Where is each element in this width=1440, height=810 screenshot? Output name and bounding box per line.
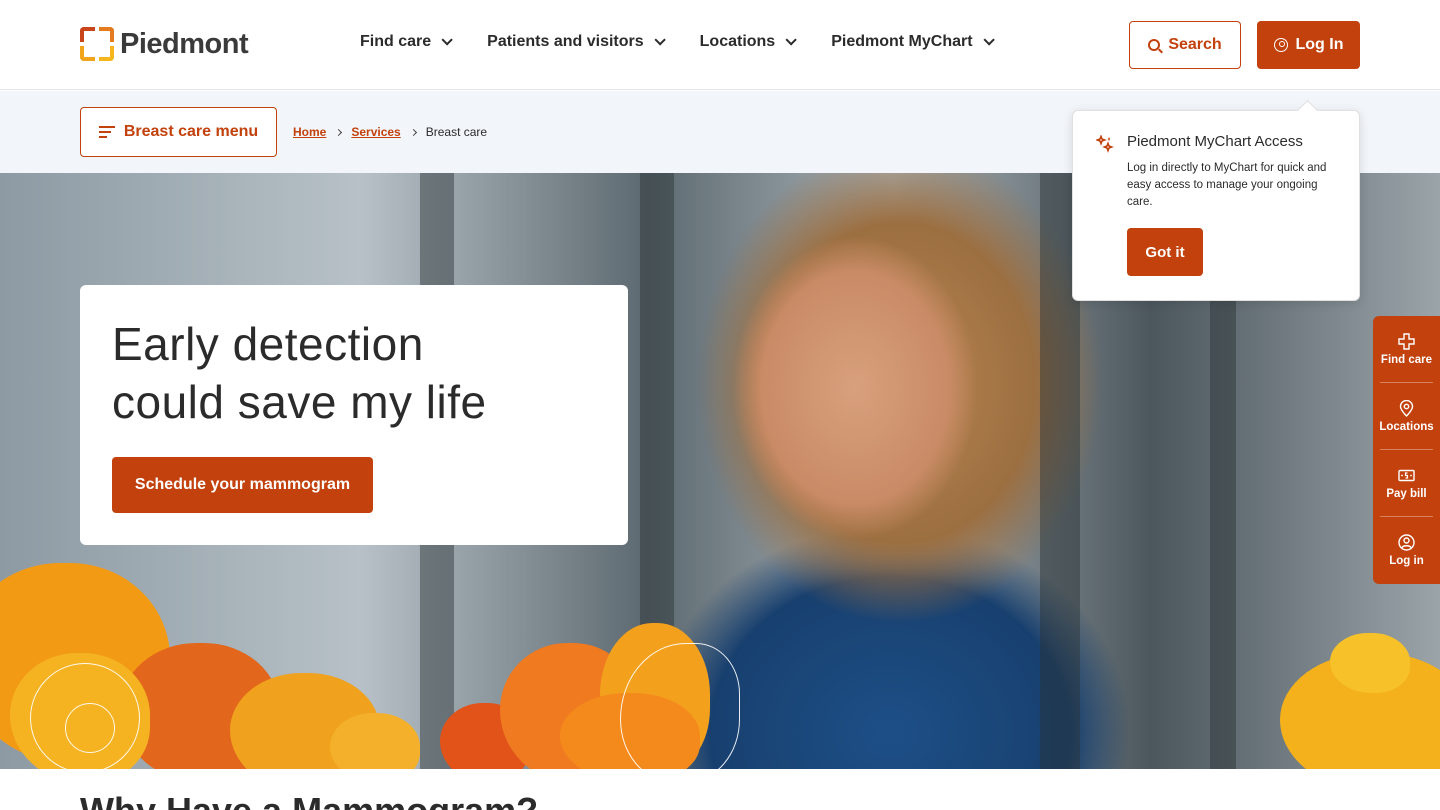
chevron-down-icon <box>983 34 995 46</box>
breadcrumb-current: Breast care <box>425 125 488 139</box>
breadcrumb-home-link[interactable]: Home <box>293 125 326 139</box>
hero-title-line-1: Early detection <box>112 318 424 370</box>
logo-text: Piedmont <box>120 27 249 60</box>
piedmont-logo[interactable]: Piedmont <box>80 27 249 61</box>
chevron-down-icon <box>654 34 666 46</box>
nav-piedmont-mychart[interactable]: Piedmont MyChart <box>831 33 995 51</box>
breast-care-menu-button[interactable]: Breast care menu <box>80 107 277 157</box>
rail-label: Log in <box>1389 555 1424 567</box>
section-heading: Why Have a Mammogram? <box>80 790 538 810</box>
got-it-button[interactable]: Got it <box>1127 228 1203 276</box>
schedule-mammogram-button[interactable]: Schedule your mammogram <box>112 457 373 513</box>
user-icon <box>1273 38 1288 52</box>
plus-icon <box>1398 332 1415 350</box>
nav-find-care[interactable]: Find care <box>360 33 453 51</box>
site-header: Piedmont Find care Patients and visitors… <box>0 0 1440 90</box>
hero-card: Early detection could save my life Sched… <box>80 285 628 545</box>
rail-locations[interactable]: Locations <box>1379 383 1434 450</box>
menu-icon <box>98 126 115 138</box>
rail-label: Locations <box>1379 420 1434 433</box>
user-icon <box>1398 534 1415 551</box>
main-nav: Find care Patients and visitors Location… <box>360 33 995 51</box>
rail-label: Pay bill <box>1386 487 1427 500</box>
nav-label: Find care <box>360 33 432 50</box>
chevron-down-icon <box>441 34 453 46</box>
rail-pay-bill[interactable]: Pay bill <box>1380 450 1433 517</box>
login-label: Log In <box>1295 36 1344 53</box>
nav-label: Patients and visitors <box>487 33 644 50</box>
popover-title: Piedmont MyChart Access <box>1127 133 1303 150</box>
breadcrumb-services-link[interactable]: Services <box>351 125 400 139</box>
nav-patients-and-visitors[interactable]: Patients and visitors <box>487 33 666 51</box>
quick-actions-rail: Find care Locations Pay bill Log in <box>1373 316 1440 584</box>
hero-title: Early detection could save my life <box>112 315 596 431</box>
login-button[interactable]: Log In <box>1257 21 1360 69</box>
search-label: Search <box>1168 36 1222 53</box>
nav-locations[interactable]: Locations <box>699 33 797 51</box>
breast-care-menu-label: Breast care menu <box>123 123 259 140</box>
search-button[interactable]: Search <box>1129 21 1241 69</box>
chevron-right-icon <box>335 128 343 136</box>
rail-find-care[interactable]: Find care <box>1380 316 1433 383</box>
chevron-down-icon <box>785 34 797 46</box>
map-pin-icon <box>1399 399 1414 417</box>
breadcrumb: Home Services Breast care <box>293 125 487 139</box>
sparkle-icon <box>1096 135 1114 153</box>
logo-mark-icon <box>80 27 114 61</box>
nav-label: Piedmont MyChart <box>831 33 973 50</box>
mychart-access-popover: Piedmont MyChart Access Log in directly … <box>1072 110 1360 301</box>
bill-icon <box>1398 469 1415 481</box>
search-icon <box>1148 39 1161 51</box>
hero-title-line-2: could save my life <box>112 376 487 428</box>
popover-text: Log in directly to MyChart for quick and… <box>1127 162 1327 208</box>
rail-log-in[interactable]: Log in <box>1380 517 1433 584</box>
chevron-right-icon <box>409 128 417 136</box>
nav-label: Locations <box>699 33 776 50</box>
rail-label: Find care <box>1380 353 1433 366</box>
